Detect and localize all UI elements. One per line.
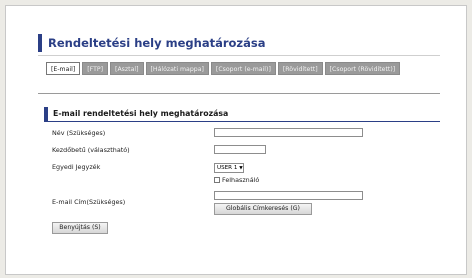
notebook-select[interactable]: USER 1 ▼ xyxy=(214,163,244,173)
email-label: E-mail Cím(Szükséges) xyxy=(52,198,126,206)
page-title: Rendeltetési hely meghatározása xyxy=(38,34,265,52)
chevron-down-icon: ▼ xyxy=(239,166,243,171)
name-label: Név (Szükséges) xyxy=(52,129,106,137)
tab-ftp[interactable]: [FTP] xyxy=(82,62,109,75)
initial-input[interactable] xyxy=(214,145,266,154)
destination-tabs: [E-mail] [FTP] [Asztal] [Hálózati mappa]… xyxy=(46,62,410,92)
tab-group-email[interactable]: [Csoport (e-mail)] xyxy=(210,62,276,75)
tab-desktop[interactable]: [Asztal] xyxy=(110,62,144,75)
tab-divider xyxy=(38,93,440,94)
global-search-button[interactable]: Globális Címkeresés (G) xyxy=(214,203,312,215)
tab-email[interactable]: [E-mail] xyxy=(46,62,81,75)
user-checkbox[interactable] xyxy=(214,177,220,183)
initial-label: Kezdőbetű (választható) xyxy=(52,146,130,154)
tab-group-abbreviated[interactable]: [Csoport (Rövidített)] xyxy=(324,62,401,75)
tab-abbreviated[interactable]: [Rövidített] xyxy=(277,62,323,75)
notebook-select-value: USER 1 xyxy=(217,165,238,171)
title-divider xyxy=(38,55,440,56)
section-divider xyxy=(44,121,440,122)
section-title: E-mail rendeltetési hely meghatározása xyxy=(44,107,440,121)
name-input[interactable] xyxy=(214,128,363,137)
tab-network-folder[interactable]: [Hálózati mappa] xyxy=(145,62,209,75)
user-checkbox-label: Felhasználó xyxy=(222,176,260,184)
notebook-label: Egyedi Jegyzék xyxy=(52,163,101,171)
email-input[interactable] xyxy=(214,191,363,200)
submit-button[interactable]: Benyújtás (S) xyxy=(52,222,108,234)
